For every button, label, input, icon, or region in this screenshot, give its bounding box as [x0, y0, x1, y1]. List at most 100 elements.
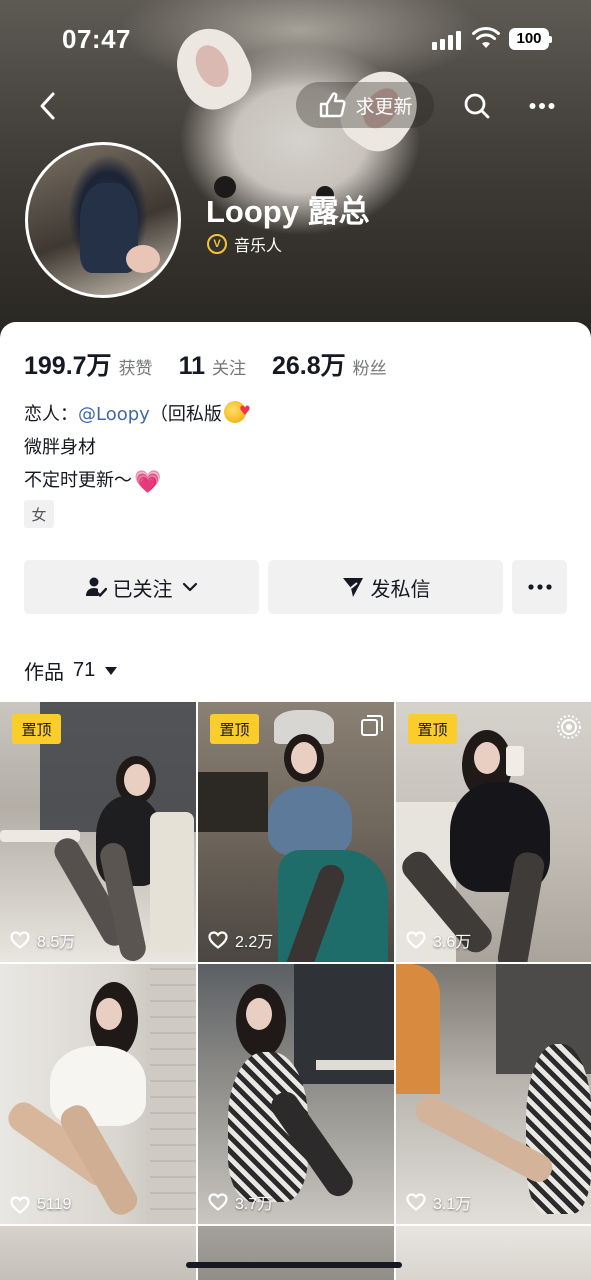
more-actions-button[interactable] [512, 560, 567, 614]
heart-icon [208, 931, 228, 949]
thumb-brick-wall [150, 964, 196, 1224]
works-count: 71 [73, 659, 96, 681]
stat-following[interactable]: 11 关注 [179, 352, 246, 381]
like-count-value: 3.6万 [433, 934, 472, 951]
thumb-figure [526, 1044, 591, 1214]
back-icon [40, 92, 55, 120]
bio-text: 恋人： [24, 404, 78, 425]
stat-value: 11 [178, 352, 205, 380]
pinned-badge: 置顶 [210, 714, 259, 744]
thumb-figure [96, 998, 122, 1030]
send-icon [342, 578, 363, 597]
chevron-down-icon [182, 582, 197, 592]
following-label: 已关注 [112, 576, 173, 601]
status-bar: 07:47 100 [0, 0, 591, 70]
heart-icon [208, 1193, 228, 1211]
bio-text: 不定时更新～ [24, 470, 132, 491]
wifi-icon [472, 26, 500, 48]
stat-followers[interactable]: 26.8万 粉丝 [272, 346, 387, 382]
stat-value: 199.7万 [24, 352, 112, 380]
video-thumbnail[interactable]: 置顶 3.6万 [396, 702, 591, 962]
search-icon [464, 93, 490, 119]
stat-likes[interactable]: 199.7万 获赞 [24, 346, 153, 382]
smiling-face-with-hearts-emoji-icon [223, 395, 251, 428]
like-count: 8.5万 [10, 928, 75, 952]
video-thumbnail[interactable] [396, 1226, 591, 1280]
video-thumbnail[interactable] [0, 1226, 196, 1280]
video-thumbnail[interactable]: 3.1万 [396, 964, 591, 1224]
bio-text: （回私版 [149, 404, 222, 425]
like-count: 3.7万 [208, 1190, 273, 1214]
live-icon [557, 715, 581, 739]
following-button[interactable]: 已关注 [24, 560, 259, 614]
works-tab[interactable]: 作品 71 [24, 656, 118, 685]
request-update-button[interactable]: 求更新 [296, 82, 434, 128]
more-options-button[interactable] [520, 84, 564, 128]
thumb-figure [474, 742, 500, 774]
video-thumbnail[interactable]: 置顶 8.5万 [0, 702, 196, 962]
send-message-label: 发私信 [370, 576, 431, 601]
back-button[interactable] [26, 84, 70, 128]
pinned-badge: 置顶 [408, 714, 457, 744]
like-count-value: 3.1万 [433, 1196, 472, 1213]
avatar[interactable] [25, 142, 181, 298]
battery-indicator: 100 [509, 28, 552, 50]
works-label: 作品 [24, 660, 64, 684]
heart-icon [406, 931, 426, 949]
like-count-value: 5119 [37, 1196, 72, 1213]
profile-stats: 199.7万 获赞 11 关注 26.8万 粉丝 [24, 346, 413, 382]
video-thumbnail[interactable] [198, 1226, 394, 1280]
bio-line: 恋人：@Loopy（回私版 [24, 395, 251, 431]
heart-icon [10, 1196, 30, 1214]
heart-icon [10, 931, 30, 949]
verified-badge-icon: V [207, 234, 227, 254]
like-count-value: 2.2万 [235, 934, 274, 951]
thumb-figure [124, 764, 150, 796]
search-button[interactable] [456, 84, 498, 128]
thumb-figure [291, 742, 317, 774]
video-thumbnail[interactable]: 5119 [0, 964, 196, 1224]
pink-heart-emoji-icon: 💗 [134, 470, 162, 495]
status-time: 07:47 [62, 24, 131, 54]
user-check-icon [85, 577, 107, 597]
thumb-phone [506, 746, 524, 776]
heart-icon [406, 1193, 426, 1211]
profile-nickname: Loopy 露总 [206, 194, 370, 229]
profile-info-sheet: 199.7万 获赞 11 关注 26.8万 粉丝 恋人：@Loopy（回私版 微… [0, 322, 591, 1280]
like-count: 3.1万 [406, 1190, 471, 1214]
pinned-badge: 置顶 [12, 714, 61, 744]
thumb-chair [150, 812, 194, 952]
caret-down-icon [105, 666, 118, 675]
stat-label: 获赞 [118, 359, 153, 379]
multi-image-icon [361, 715, 383, 736]
more-icon [529, 103, 555, 109]
thumb-furniture [198, 772, 268, 832]
hand-pointer-icon [320, 92, 347, 118]
gender-tag: 女 [24, 500, 54, 528]
bio-line: 不定时更新～💗 [24, 464, 246, 497]
like-count-value: 8.5万 [37, 934, 76, 951]
like-count: 5119 [10, 1196, 71, 1214]
request-update-label: 求更新 [355, 95, 413, 118]
more-icon [527, 584, 552, 590]
verified-label: V 音乐人 [207, 232, 282, 256]
send-message-button[interactable]: 发私信 [268, 560, 503, 614]
like-count: 3.6万 [406, 928, 471, 952]
like-count: 2.2万 [208, 928, 273, 952]
thumb-figure [246, 998, 272, 1030]
home-indicator[interactable] [186, 1262, 402, 1268]
stat-label: 粉丝 [352, 359, 387, 379]
bio-line: 微胖身材 [24, 437, 96, 458]
stat-value: 26.8万 [272, 352, 346, 380]
video-thumbnail[interactable]: 置顶 2.2万 [198, 702, 394, 962]
verified-text: 音乐人 [234, 236, 283, 255]
thumb-figure [268, 786, 352, 856]
video-thumbnail[interactable]: 3.7万 [198, 964, 394, 1224]
cellular-signal-icon [432, 30, 464, 50]
profile-bio: 恋人：@Loopy（回私版 微胖身材 不定时更新～💗 [24, 395, 251, 497]
stat-label: 关注 [212, 359, 246, 379]
bio-mention-link[interactable]: @Loopy [78, 404, 150, 425]
thumb-table [316, 1060, 394, 1070]
like-count-value: 3.7万 [235, 1196, 274, 1213]
thumb-chair [396, 964, 440, 1094]
